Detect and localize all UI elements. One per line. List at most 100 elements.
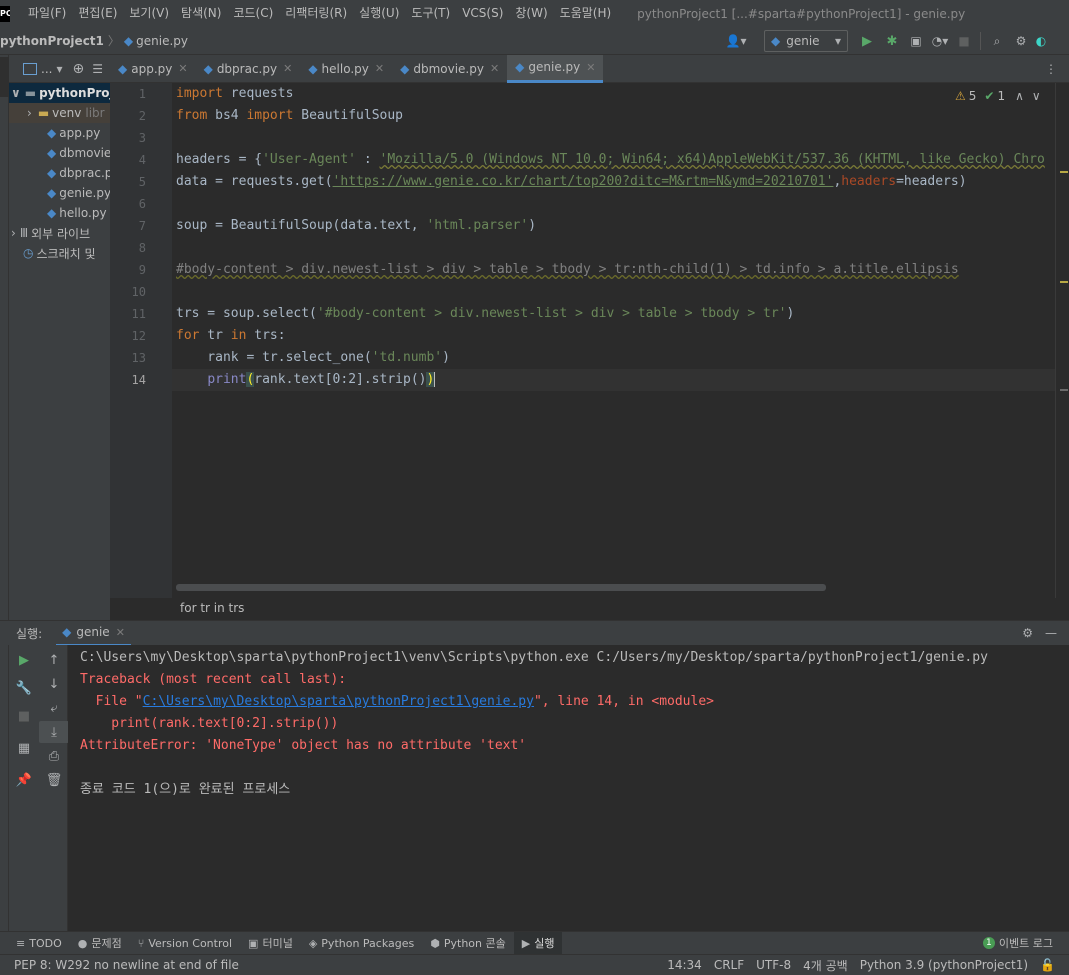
close-icon[interactable]: ✕ <box>490 62 499 75</box>
code-editor[interactable]: import requests from bs4 import Beautifu… <box>172 83 1055 598</box>
menu-item[interactable]: 리팩터링(R) <box>279 0 353 27</box>
tree-item-scratches[interactable]: ◷ 스크래치 및 <box>9 243 110 263</box>
caret-position[interactable]: 14:34 <box>661 958 708 972</box>
layout-icon[interactable]: ▦ <box>9 737 39 759</box>
tool-window-button[interactable]: ▣ 터미널 <box>240 932 301 955</box>
tool-window-button[interactable]: ≡ TODO <box>8 932 70 955</box>
project-tool-tab[interactable] <box>0 57 9 97</box>
menu-item[interactable]: 탐색(N) <box>175 0 227 27</box>
collapse-icon[interactable]: ☰ <box>92 62 103 76</box>
console-file-link[interactable]: C:\Users\my\Desktop\sparta\pythonProject… <box>143 694 534 709</box>
caret-marker[interactable] <box>1060 389 1068 391</box>
tree-item-external-libraries[interactable]: › Ⅲ 외부 라이브 <box>9 223 110 243</box>
horizontal-scrollbar[interactable] <box>176 584 826 591</box>
project-view-dropdown[interactable]: ... <box>41 62 52 76</box>
file-encoding[interactable]: UTF-8 <box>750 958 797 972</box>
menu-item[interactable]: 창(W) <box>509 0 553 27</box>
warning-marker[interactable] <box>1060 171 1068 173</box>
status-message[interactable]: PEP 8: W292 no newline at end of file <box>8 958 245 972</box>
line-separator[interactable]: CRLF <box>708 958 750 972</box>
search-icon[interactable]: ⌕ <box>985 34 1009 49</box>
editor-breadcrumb[interactable]: for tr in trs <box>180 601 244 615</box>
tab-genie-py[interactable]: ◆ genie.py ✕ <box>507 54 604 83</box>
tab-dbprac-py[interactable]: ◆ dbprac.py ✕ <box>196 55 301 83</box>
close-icon[interactable]: ✕ <box>116 626 125 639</box>
run-console-output[interactable]: C:\Users\my\Desktop\sparta\pythonProject… <box>68 645 1069 931</box>
project-view-icon[interactable] <box>23 62 37 75</box>
user-icon[interactable]: 👤▾ <box>722 34 750 48</box>
chevron-up-icon[interactable]: ∧ <box>1015 89 1024 103</box>
menu-item[interactable]: 파일(F) <box>22 0 72 27</box>
breadcrumb-project[interactable]: pythonProject1 <box>0 34 104 48</box>
tool-window-button[interactable]: ⬢ Python 콘솔 <box>422 932 513 955</box>
code-line-13: rank = tr.select_one('td.numb') <box>172 347 1055 369</box>
tab-dbmovie-py[interactable]: ◆ dbmovie.py ✕ <box>392 55 507 83</box>
folder-icon: ▬ <box>37 106 50 120</box>
locate-icon[interactable]: ⊕ <box>72 61 84 77</box>
breadcrumb-separator: 〉 <box>107 34 120 48</box>
menu-item[interactable]: 실행(U) <box>353 0 405 27</box>
tree-item-file[interactable]: ◆ app.py <box>9 123 110 143</box>
tree-root[interactable]: ∨ ▬ pythonProje <box>9 83 110 103</box>
warning-marker[interactable] <box>1060 281 1068 283</box>
breadcrumb-file[interactable]: genie.py <box>136 34 188 48</box>
menu-item[interactable]: 코드(C) <box>227 0 279 27</box>
lock-icon[interactable]: 🔓 <box>1034 958 1061 972</box>
trash-icon[interactable]: 🗑 <box>39 769 69 791</box>
soft-wrap-icon[interactable]: ⤶ <box>39 697 69 719</box>
pin-icon[interactable]: 📌 <box>9 769 39 791</box>
menu-item[interactable]: VCS(S) <box>456 0 509 27</box>
tree-item-file[interactable]: ◆ dbmovie <box>9 143 110 163</box>
coverage-icon[interactable]: ▣ <box>904 34 928 48</box>
tab-hello-py[interactable]: ◆ hello.py ✕ <box>300 55 392 83</box>
python-interpreter[interactable]: Python 3.9 (pythonProject1) <box>854 958 1034 972</box>
debug-icon[interactable]: ✱ <box>880 34 904 49</box>
run-icon[interactable]: ▶ <box>854 34 880 49</box>
arrow-down-icon[interactable]: ↓ <box>39 673 69 695</box>
run-panel-header: 실행: ◆ genie ✕ ⚙ — <box>0 620 1069 646</box>
more-tabs-icon[interactable]: ⋮ <box>1045 62 1057 76</box>
run-tab-genie[interactable]: ◆ genie ✕ <box>56 621 131 646</box>
run-config-selector[interactable]: ◆ genie ▾ <box>764 30 848 52</box>
print-icon[interactable]: ⎙ <box>39 745 69 767</box>
tree-item-file[interactable]: ◆ hello.py <box>9 203 110 223</box>
line-number: 9 <box>138 263 146 277</box>
close-icon[interactable]: ✕ <box>283 62 292 75</box>
tool-window-button[interactable]: ▶ 실행 <box>513 931 563 955</box>
rerun-icon[interactable]: ▶ <box>9 649 39 671</box>
settings-icon[interactable]: ⚙ <box>1009 34 1033 48</box>
arrow-up-icon[interactable]: ↑ <box>39 649 69 671</box>
python-file-icon: ◆ <box>47 206 57 220</box>
code-token: #body-content > div.newest-list > div > … <box>176 262 959 277</box>
wrench-icon[interactable]: 🔧 <box>9 677 39 699</box>
profile-icon[interactable]: ◔▾ <box>928 34 952 48</box>
tool-window-button[interactable]: ⑂ Version Control <box>130 932 240 955</box>
tree-item-file[interactable]: ◆dbprac.py <box>9 163 110 183</box>
close-icon[interactable]: ✕ <box>178 62 187 75</box>
tree-item-venv[interactable]: › ▬ venv libr <box>9 103 110 123</box>
tab-app-py[interactable]: ◆ app.py ✕ <box>110 55 196 83</box>
chevron-down-icon[interactable]: ▾ <box>56 62 62 76</box>
close-icon[interactable]: ✕ <box>586 61 595 74</box>
tree-item-file[interactable]: ◆ genie.py <box>9 183 110 203</box>
scroll-to-end-icon[interactable]: ⤓ <box>39 721 69 743</box>
chevron-down-icon[interactable]: ∨ <box>1032 89 1041 103</box>
event-log-button[interactable]: 1 이벤트 로그 <box>982 935 1053 951</box>
menu-item[interactable]: 도구(T) <box>405 0 456 27</box>
minimize-icon[interactable]: — <box>1045 626 1057 640</box>
stop-icon[interactable]: ■ <box>9 705 39 727</box>
indent-setting[interactable]: 4개 공백 <box>797 957 854 974</box>
tool-window-button[interactable]: ◈ Python Packages <box>301 932 422 955</box>
menu-item[interactable]: 도움말(H) <box>554 0 618 27</box>
tool-window-button[interactable]: ● 문제점 <box>70 932 130 955</box>
close-icon[interactable]: ✕ <box>375 62 384 75</box>
menu-item[interactable]: 보기(V) <box>123 0 175 27</box>
code-token: ) <box>786 306 795 321</box>
jetbrains-space-icon[interactable]: ◐ <box>1033 34 1049 48</box>
menu-item[interactable]: 편집(E) <box>72 0 123 27</box>
settings-icon[interactable]: ⚙ <box>1022 626 1033 640</box>
inspection-widget[interactable]: ⚠ 5 ✔ 1 ∧ ∨ <box>955 86 1041 106</box>
error-stripe[interactable] <box>1055 83 1069 598</box>
code-token: BeautifulSoup <box>293 108 403 123</box>
stop-icon[interactable]: ■ <box>952 34 976 48</box>
